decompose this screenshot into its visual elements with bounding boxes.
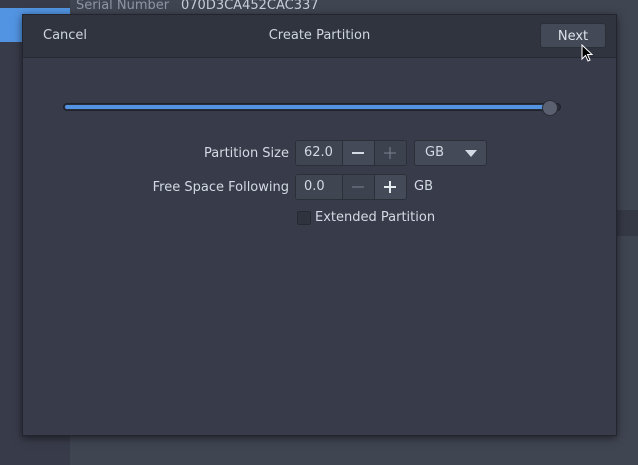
partition-size-slider[interactable]: [63, 103, 561, 111]
serial-number-value: 070D3CA452CAC337: [181, 0, 319, 13]
free-space-input[interactable]: 0.0: [296, 175, 342, 199]
unit-dropdown-value: GB: [425, 145, 444, 160]
free-space-increase-button[interactable]: [374, 175, 406, 199]
partition-size-label: Partition Size: [204, 146, 289, 161]
free-space-spinbutton: 0.0: [295, 174, 407, 200]
cancel-button[interactable]: Cancel: [33, 23, 97, 49]
free-space-label: Free Space Following: [152, 180, 289, 195]
create-partition-dialog: Cancel Create Partition Next Partition S…: [22, 14, 617, 436]
partition-size-unit-dropdown[interactable]: GB: [414, 140, 487, 166]
partition-size-decrease-button[interactable]: [342, 141, 374, 165]
serial-number-label: Serial Number: [76, 0, 170, 13]
minus-icon: [352, 186, 364, 188]
partition-size-spinbutton: 62.0: [295, 140, 407, 166]
free-space-decrease-button[interactable]: [342, 175, 374, 199]
background-divider: [615, 210, 638, 236]
extended-partition-checkbox[interactable]: [297, 211, 311, 225]
slider-handle[interactable]: [542, 100, 558, 116]
minus-icon: [352, 152, 364, 154]
dialog-title: Create Partition: [268, 28, 371, 43]
partition-size-input[interactable]: 62.0: [296, 141, 342, 165]
plus-icon: [384, 147, 396, 159]
dialog-headerbar: Cancel Create Partition Next: [23, 15, 616, 58]
extended-partition-label[interactable]: Extended Partition: [315, 210, 435, 225]
next-button[interactable]: Next: [540, 23, 606, 48]
plus-icon: [384, 181, 396, 193]
partition-size-increase-button[interactable]: [374, 141, 406, 165]
free-space-unit: GB: [414, 179, 433, 194]
slider-fill: [65, 105, 556, 109]
mouse-pointer-icon: [581, 44, 593, 62]
chevron-down-icon: [465, 150, 477, 157]
